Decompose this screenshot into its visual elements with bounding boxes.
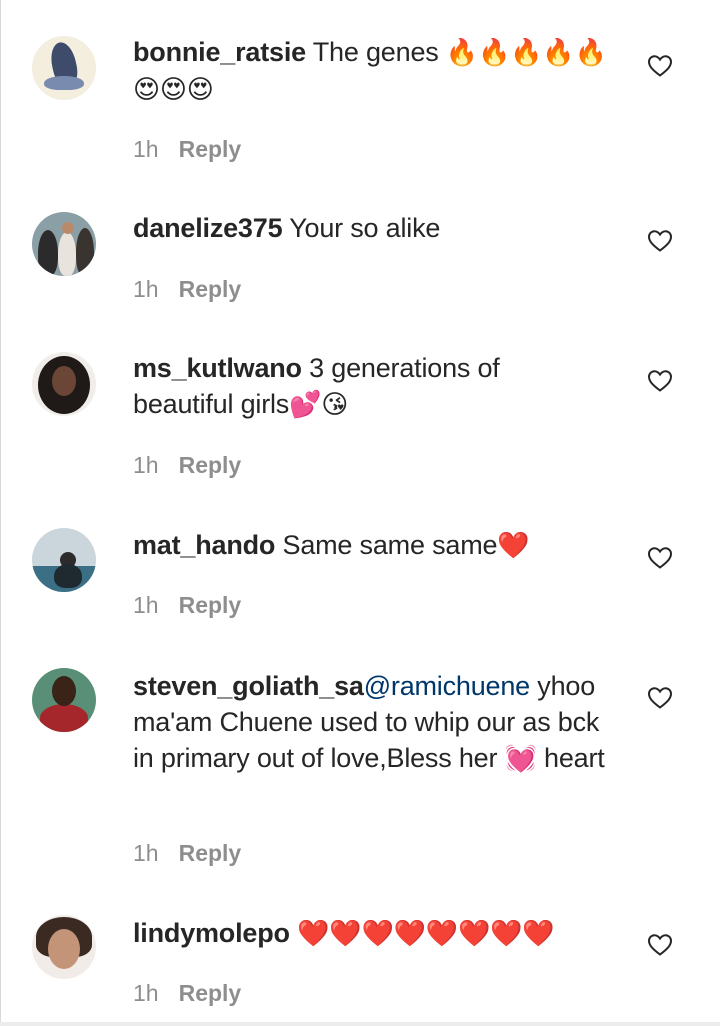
username-link[interactable]: steven_goliath_sa — [133, 671, 364, 701]
timestamp: 1h — [133, 136, 159, 162]
username-link[interactable]: lindymolepo — [133, 918, 290, 948]
comment-text: bonnie_ratsie The genes 🔥🔥🔥🔥🔥😍😍😍 — [133, 34, 613, 108]
username-link[interactable]: danelize375 — [133, 213, 283, 243]
comment-meta: 1h Reply — [133, 276, 241, 303]
username-link[interactable]: mat_hando — [133, 530, 275, 560]
comment-text: lindymolepo ❤️❤️❤️❤️❤️❤️❤️❤️ — [133, 915, 613, 952]
timestamp: 1h — [133, 276, 159, 302]
comment-meta: 1h Reply — [133, 452, 241, 479]
timestamp: 1h — [133, 840, 159, 866]
comment-text: ms_kutlwano 3 generations of beautiful g… — [133, 350, 533, 423]
comment-meta: 1h Reply — [133, 840, 241, 867]
timestamp: 1h — [133, 980, 159, 1006]
reply-button[interactable]: Reply — [179, 980, 242, 1006]
heart-outline-icon[interactable] — [647, 229, 673, 253]
bottom-divider — [0, 1022, 720, 1026]
comment-text: danelize375 Your so alike — [133, 210, 613, 246]
heart-outline-icon[interactable] — [647, 369, 673, 393]
comment-text: steven_goliath_sa@ramichuene yhoo ma'am … — [133, 668, 608, 777]
left-divider — [0, 0, 1, 1026]
comment-body: The genes — [305, 37, 446, 67]
avatar[interactable] — [32, 352, 96, 416]
username-link[interactable]: ms_kutlwano — [133, 353, 302, 383]
username-link[interactable]: bonnie_ratsie — [133, 37, 306, 67]
comment-body: Your so alike — [282, 213, 441, 243]
comment-meta: 1h Reply — [133, 980, 241, 1007]
comment-body: Same same same — [275, 530, 498, 560]
emoji-group: 💓 — [504, 744, 537, 774]
reply-button[interactable]: Reply — [179, 592, 242, 618]
comment-text: mat_hando Same same same❤️ — [133, 527, 613, 564]
avatar[interactable] — [32, 36, 96, 100]
reply-button[interactable]: Reply — [179, 452, 242, 478]
timestamp: 1h — [133, 592, 159, 618]
timestamp: 1h — [133, 452, 159, 478]
emoji-group: ❤️❤️❤️❤️❤️❤️❤️❤️ — [297, 919, 555, 949]
comment-meta: 1h Reply — [133, 136, 241, 163]
emoji-group: 💕😘 — [289, 390, 349, 420]
comment-body-end: heart — [536, 743, 605, 773]
heart-outline-icon[interactable] — [647, 54, 673, 78]
heart-outline-icon[interactable] — [647, 933, 673, 957]
mention-link[interactable]: @ramichuene — [364, 671, 530, 701]
reply-button[interactable]: Reply — [179, 136, 242, 162]
reply-button[interactable]: Reply — [179, 276, 242, 302]
emoji-group: ❤️ — [497, 531, 530, 561]
reply-button[interactable]: Reply — [179, 840, 242, 866]
avatar[interactable] — [32, 915, 96, 979]
heart-outline-icon[interactable] — [647, 686, 673, 710]
comment-meta: 1h Reply — [133, 592, 241, 619]
heart-outline-icon[interactable] — [647, 546, 673, 570]
avatar[interactable] — [32, 668, 96, 732]
avatar[interactable] — [32, 212, 96, 276]
avatar[interactable] — [32, 528, 96, 592]
